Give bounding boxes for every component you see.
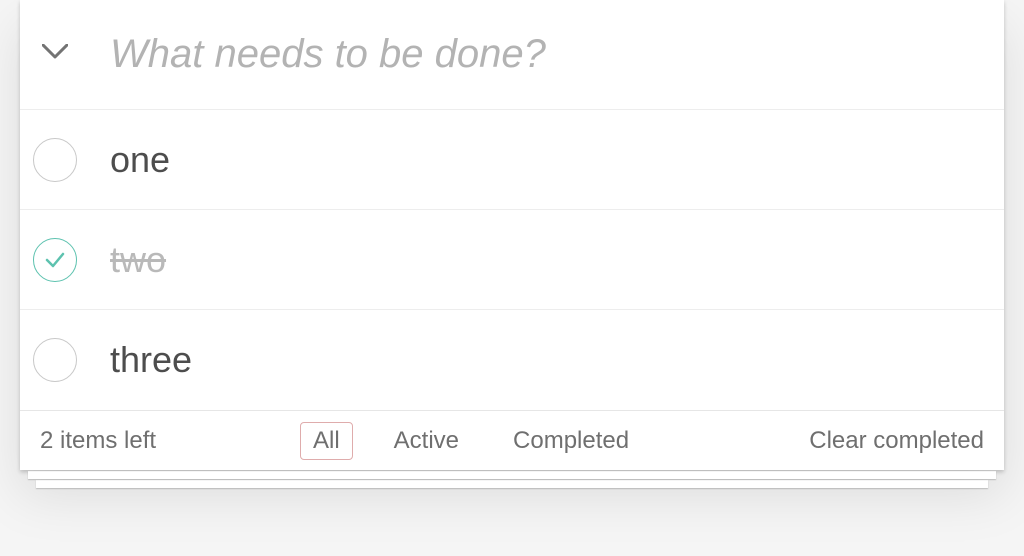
header	[20, 0, 1004, 110]
filter-completed[interactable]: Completed	[500, 422, 642, 460]
filter-all[interactable]: All	[300, 422, 353, 460]
checkmark-icon	[43, 248, 67, 272]
todo-label[interactable]: three	[90, 339, 984, 381]
items-left-count: 2 items left	[40, 427, 300, 455]
new-todo-input[interactable]	[90, 0, 1004, 109]
todo-list: one two three	[20, 110, 1004, 410]
filter-group: All Active Completed	[300, 422, 809, 460]
todo-item: two	[20, 210, 1004, 310]
toggle-all-button[interactable]	[20, 0, 90, 109]
card-stack-decoration	[36, 480, 988, 488]
toggle-checkbox[interactable]	[20, 110, 90, 209]
checkbox-circle	[33, 138, 77, 182]
toggle-checkbox[interactable]	[20, 310, 90, 410]
checkbox-circle	[33, 238, 77, 282]
todo-label[interactable]: one	[90, 139, 984, 181]
todo-item: three	[20, 310, 1004, 410]
footer: 2 items left All Active Completed Clear …	[20, 410, 1004, 470]
card-stack-decoration	[28, 471, 996, 479]
todo-item: one	[20, 110, 1004, 210]
toggle-checkbox[interactable]	[20, 210, 90, 309]
clear-completed-button[interactable]: Clear completed	[809, 427, 984, 455]
todo-app: one two three 2 items left All Active Co	[20, 0, 1004, 470]
chevron-down-icon	[42, 44, 68, 65]
filter-active[interactable]: Active	[381, 422, 472, 460]
todo-label[interactable]: two	[90, 239, 984, 281]
checkbox-circle	[33, 338, 77, 382]
